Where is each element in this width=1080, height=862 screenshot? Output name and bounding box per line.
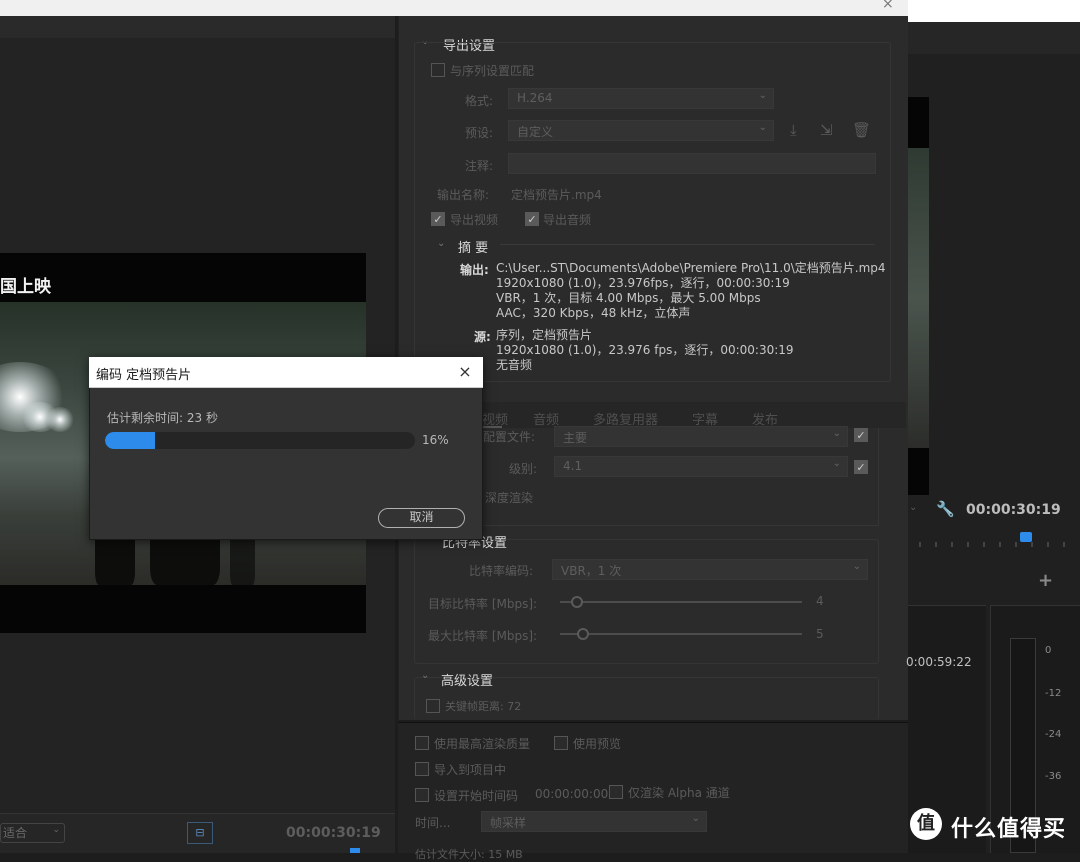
watermark-logo: 值 bbox=[910, 808, 942, 840]
import-project-checkbox[interactable] bbox=[415, 762, 429, 776]
summary-chevron-icon[interactable]: ⌄ bbox=[437, 238, 445, 249]
keyframe-label: 关键帧距离: 72 bbox=[445, 700, 522, 713]
encode-progress-percent: 16% bbox=[422, 433, 449, 447]
use-preview-label: 使用预览 bbox=[573, 737, 622, 751]
dialog-close-icon[interactable]: × bbox=[456, 362, 474, 381]
meter-label-0: 0 bbox=[1045, 645, 1052, 656]
timeline-timecode: 0:00:59:22 bbox=[906, 655, 972, 669]
level-checkbox[interactable]: ✓ bbox=[854, 460, 868, 474]
keyframe-checkbox[interactable] bbox=[426, 699, 440, 713]
meter-label-12: -12 bbox=[1045, 688, 1062, 699]
summary-title: 摘 要 bbox=[458, 241, 489, 256]
bitrate-encoding-label: 比特率编码: bbox=[469, 564, 534, 578]
match-sequence-label: 与序列设置匹配 bbox=[450, 64, 535, 78]
program-playhead[interactable] bbox=[1020, 532, 1032, 542]
video-caption: 国上映 bbox=[0, 277, 51, 297]
export-video-checkbox[interactable]: ✓ bbox=[431, 212, 445, 226]
preset-label: 预设: bbox=[465, 126, 494, 140]
program-timecode: 00:00:30:19 bbox=[966, 502, 1061, 518]
start-timecode-checkbox[interactable] bbox=[415, 788, 429, 802]
program-dropdown-icon[interactable]: ⌄ bbox=[909, 502, 917, 513]
profile-checkbox[interactable]: ✓ bbox=[854, 428, 868, 442]
playhead-marker[interactable] bbox=[350, 848, 360, 853]
title-bar-right bbox=[908, 0, 1080, 22]
import-preset-icon[interactable]: ⇲ bbox=[820, 121, 833, 139]
add-button-icon[interactable]: + bbox=[1038, 570, 1053, 591]
import-project-label: 导入到项目中 bbox=[434, 763, 507, 777]
profile-label: 配置文件: bbox=[483, 430, 536, 444]
source-summary-label: 源: bbox=[474, 330, 491, 344]
max-quality-label: 使用最高渲染质量 bbox=[434, 737, 531, 751]
preset-select[interactable]: 自定义 ⌄ bbox=[508, 120, 774, 141]
meter-label-36: -36 bbox=[1045, 771, 1062, 782]
depth-render-label: 深度渲染 bbox=[485, 491, 534, 505]
wrench-icon[interactable]: 🔧 bbox=[936, 500, 955, 518]
use-preview-checkbox[interactable] bbox=[554, 736, 568, 750]
window-close-button[interactable]: × bbox=[882, 0, 894, 12]
target-bitrate-value[interactable]: 4 bbox=[816, 594, 824, 608]
target-bitrate-label: 目标比特率 [Mbps]: bbox=[428, 597, 538, 611]
time-interp-select[interactable]: 帧采样 ⌄ bbox=[481, 811, 707, 832]
export-audio-checkbox[interactable]: ✓ bbox=[525, 212, 539, 226]
source-summary: 序列，定档预告片 1920x1080 (1.0)，23.976 fps，逐行，0… bbox=[496, 328, 794, 372]
output-name-label: 输出名称: bbox=[437, 188, 490, 202]
fit-select[interactable]: 适合 ⌄ bbox=[0, 823, 65, 843]
encode-progress-fill bbox=[105, 432, 155, 449]
alpha-only-label: 仅渲染 Alpha 通道 bbox=[628, 786, 730, 800]
max-bitrate-label: 最大比特率 [Mbps]: bbox=[428, 629, 538, 643]
export-video-label: 导出视频 bbox=[450, 213, 499, 227]
max-bitrate-track[interactable] bbox=[560, 633, 802, 635]
program-time-ruler[interactable] bbox=[918, 540, 1078, 548]
profile-select[interactable]: 主要 ⌄ bbox=[554, 426, 848, 447]
output-summary: C:\User...ST\Documents\Adobe\Premiere Pr… bbox=[496, 261, 886, 320]
max-bitrate-value[interactable]: 5 bbox=[816, 627, 824, 641]
delete-preset-icon[interactable]: 🗑 bbox=[852, 121, 871, 139]
level-label: 级别: bbox=[509, 462, 538, 476]
target-bitrate-track[interactable] bbox=[560, 601, 802, 603]
encode-progress-bar bbox=[105, 432, 415, 449]
alpha-only-checkbox[interactable] bbox=[609, 785, 623, 799]
summary-divider bbox=[500, 244, 875, 245]
max-bitrate-knob[interactable] bbox=[577, 628, 589, 640]
start-timecode-label: 设置开始时间码 bbox=[434, 789, 519, 803]
export-audio-label: 导出音频 bbox=[543, 213, 592, 227]
match-sequence-checkbox[interactable] bbox=[431, 63, 445, 77]
title-bar bbox=[0, 0, 908, 16]
cancel-button[interactable]: 取消 bbox=[378, 508, 465, 528]
level-select[interactable]: 4.1 ⌄ bbox=[554, 456, 848, 477]
output-name-link[interactable]: 定档预告片.mp4 bbox=[511, 186, 602, 203]
time-interp-label: 时间... bbox=[415, 816, 451, 830]
max-quality-checkbox[interactable] bbox=[415, 736, 429, 750]
file-size-label: 估计文件大小: 15 MB bbox=[415, 848, 523, 861]
meter-label-24: -24 bbox=[1045, 729, 1062, 740]
source-timecode: 00:00:30:19 bbox=[286, 825, 381, 841]
format-label: 格式: bbox=[465, 94, 494, 108]
bitrate-encoding-select[interactable]: VBR，1 次 ⌄ bbox=[552, 559, 868, 580]
watermark-text: 什么值得买 bbox=[951, 817, 1067, 842]
advanced-title: 高级设置 bbox=[441, 674, 494, 689]
format-select[interactable]: H.264 ⌄ bbox=[508, 88, 774, 109]
comment-label: 注释: bbox=[465, 159, 494, 173]
source-monitor-header bbox=[0, 16, 395, 38]
start-timecode-value[interactable]: 00:00:00:00 bbox=[535, 787, 608, 801]
save-preset-icon[interactable]: ⤓ bbox=[790, 121, 797, 139]
encode-dialog-title: 编码 定档预告片 bbox=[96, 368, 192, 383]
export-frame-icon[interactable]: ⊟ bbox=[187, 822, 213, 844]
comment-input[interactable] bbox=[508, 153, 876, 174]
advanced-chevron-icon[interactable]: ⌄ bbox=[421, 670, 429, 681]
output-summary-label: 输出: bbox=[460, 263, 489, 277]
program-monitor-header bbox=[908, 22, 1080, 54]
program-video-frame bbox=[908, 148, 929, 448]
target-bitrate-knob[interactable] bbox=[571, 596, 583, 608]
remaining-time: 估计剩余时间: 23 秒 bbox=[107, 411, 218, 425]
